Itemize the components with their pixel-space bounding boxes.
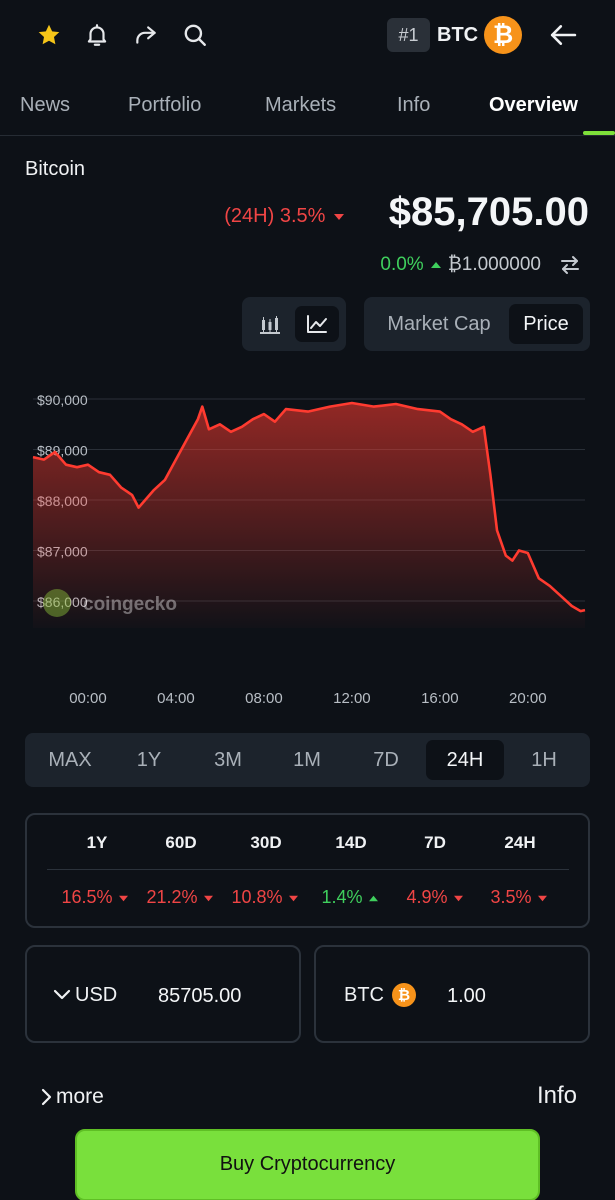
swap-icon[interactable] xyxy=(557,254,583,276)
bell-icon[interactable] xyxy=(82,20,112,50)
change-period: (24H) xyxy=(224,205,275,227)
price-chart[interactable]: $90,000$89,000$88,000$87,000$86,000coing… xyxy=(0,370,615,710)
btc-price: ₿1.000000 xyxy=(447,254,541,275)
more-label: more xyxy=(56,1085,104,1108)
performance-table: 1Y 60D 30D 14D 7D 24H 16.5% 21.2% 10.8% … xyxy=(25,813,590,928)
fiat-label: USD xyxy=(75,984,118,1006)
tab-info[interactable]: Info xyxy=(397,94,430,117)
rank-badge: #1 xyxy=(387,18,430,52)
perf-value: 21.2% xyxy=(135,887,225,908)
perf-period: 24H xyxy=(504,833,536,852)
perf-period: 14D xyxy=(335,833,367,852)
x-tick-label: 20:00 xyxy=(509,690,547,707)
tab-portfolio[interactable]: Portfolio xyxy=(128,94,201,117)
change-percent: 3.5% xyxy=(279,205,326,227)
range-3m[interactable]: 3M xyxy=(189,740,267,780)
tab-news[interactable]: News xyxy=(20,94,70,117)
x-tick-label: 00:00 xyxy=(69,690,107,707)
price-chart-svg: $90,000$89,000$88,000$87,000$86,000coing… xyxy=(32,392,586,707)
price-change-24h: (24H) 3.5% xyxy=(224,205,345,228)
y-tick-label: $89,000 xyxy=(37,443,88,459)
perf-period: 1Y xyxy=(86,833,108,852)
crypto-converter: BTC ₿ 1.00 xyxy=(314,945,590,1043)
search-icon[interactable] xyxy=(180,20,210,50)
chart-style-toggle xyxy=(242,297,346,351)
market-cap-button[interactable]: Market Cap xyxy=(372,304,506,344)
current-price: $85,705.00 xyxy=(388,190,589,234)
range-7d[interactable]: 7D xyxy=(347,740,425,780)
info-link[interactable]: Info xyxy=(537,1082,577,1110)
fiat-amount-input[interactable]: 85705.00 xyxy=(158,985,241,1008)
btc-change-percent: 0.0% xyxy=(380,254,424,275)
bitcoin-logo-icon: ₿ xyxy=(484,16,522,54)
active-tab-indicator xyxy=(583,131,615,135)
x-tick-label: 12:00 xyxy=(333,690,371,707)
range-1m[interactable]: 1M xyxy=(268,740,346,780)
perf-value: 10.8% xyxy=(220,887,310,908)
range-1h[interactable]: 1H xyxy=(505,740,583,780)
x-tick-label: 04:00 xyxy=(157,690,195,707)
tab-markets[interactable]: Markets xyxy=(265,94,336,117)
chevron-right-icon xyxy=(41,1088,52,1106)
perf-period: 7D xyxy=(424,833,446,852)
range-1y[interactable]: 1Y xyxy=(110,740,188,780)
caret-down-icon xyxy=(334,214,344,220)
back-arrow-icon[interactable] xyxy=(546,20,580,50)
range-max[interactable]: MAX xyxy=(31,740,109,780)
coin-name: Bitcoin xyxy=(25,158,86,180)
perf-value: 16.5% xyxy=(50,887,140,908)
caret-up-icon xyxy=(430,262,441,268)
range-24h[interactable]: 24H xyxy=(426,740,504,780)
perf-value: 4.9% xyxy=(390,887,480,908)
perf-value: 3.5% xyxy=(474,887,564,908)
candlestick-icon[interactable] xyxy=(248,306,292,342)
currency-select[interactable]: USD xyxy=(53,984,117,1007)
chart-watermark: coingecko xyxy=(83,594,177,615)
chevron-down-icon xyxy=(53,989,71,1000)
x-tick-label: 16:00 xyxy=(421,690,459,707)
x-tick-label: 08:00 xyxy=(245,690,283,707)
perf-value: 1.4% xyxy=(305,887,395,908)
coingecko-logo-icon xyxy=(43,589,71,617)
perf-period: 30D xyxy=(250,833,282,852)
btc-price-row: 0.0% ₿1.000000 xyxy=(380,254,583,276)
line-chart-icon[interactable] xyxy=(295,306,339,342)
buy-crypto-button[interactable]: Buy Cryptocurrency xyxy=(75,1129,540,1200)
crypto-amount-input[interactable]: 1.00 xyxy=(447,985,486,1008)
time-range-selector: MAX 1Y 3M 1M 7D 24H 1H xyxy=(25,733,590,787)
bitcoin-small-icon: ₿ xyxy=(392,983,416,1007)
metric-toggle: Market Cap Price xyxy=(364,297,590,351)
perf-period: 60D xyxy=(165,833,197,852)
share-icon[interactable] xyxy=(131,20,161,50)
more-link[interactable]: more xyxy=(40,1085,104,1109)
tab-bar: News Portfolio Markets Info Overview xyxy=(0,80,615,136)
fiat-converter: USD 85705.00 xyxy=(25,945,301,1043)
price-button[interactable]: Price xyxy=(509,304,583,344)
coin-symbol: BTC xyxy=(437,24,479,46)
top-bar: #1 BTC ₿ xyxy=(0,0,615,72)
crypto-label: BTC xyxy=(344,984,384,1006)
divider xyxy=(47,869,569,870)
y-tick-label: $90,000 xyxy=(37,392,88,408)
tab-overview[interactable]: Overview xyxy=(489,94,578,117)
star-icon[interactable] xyxy=(34,20,64,50)
